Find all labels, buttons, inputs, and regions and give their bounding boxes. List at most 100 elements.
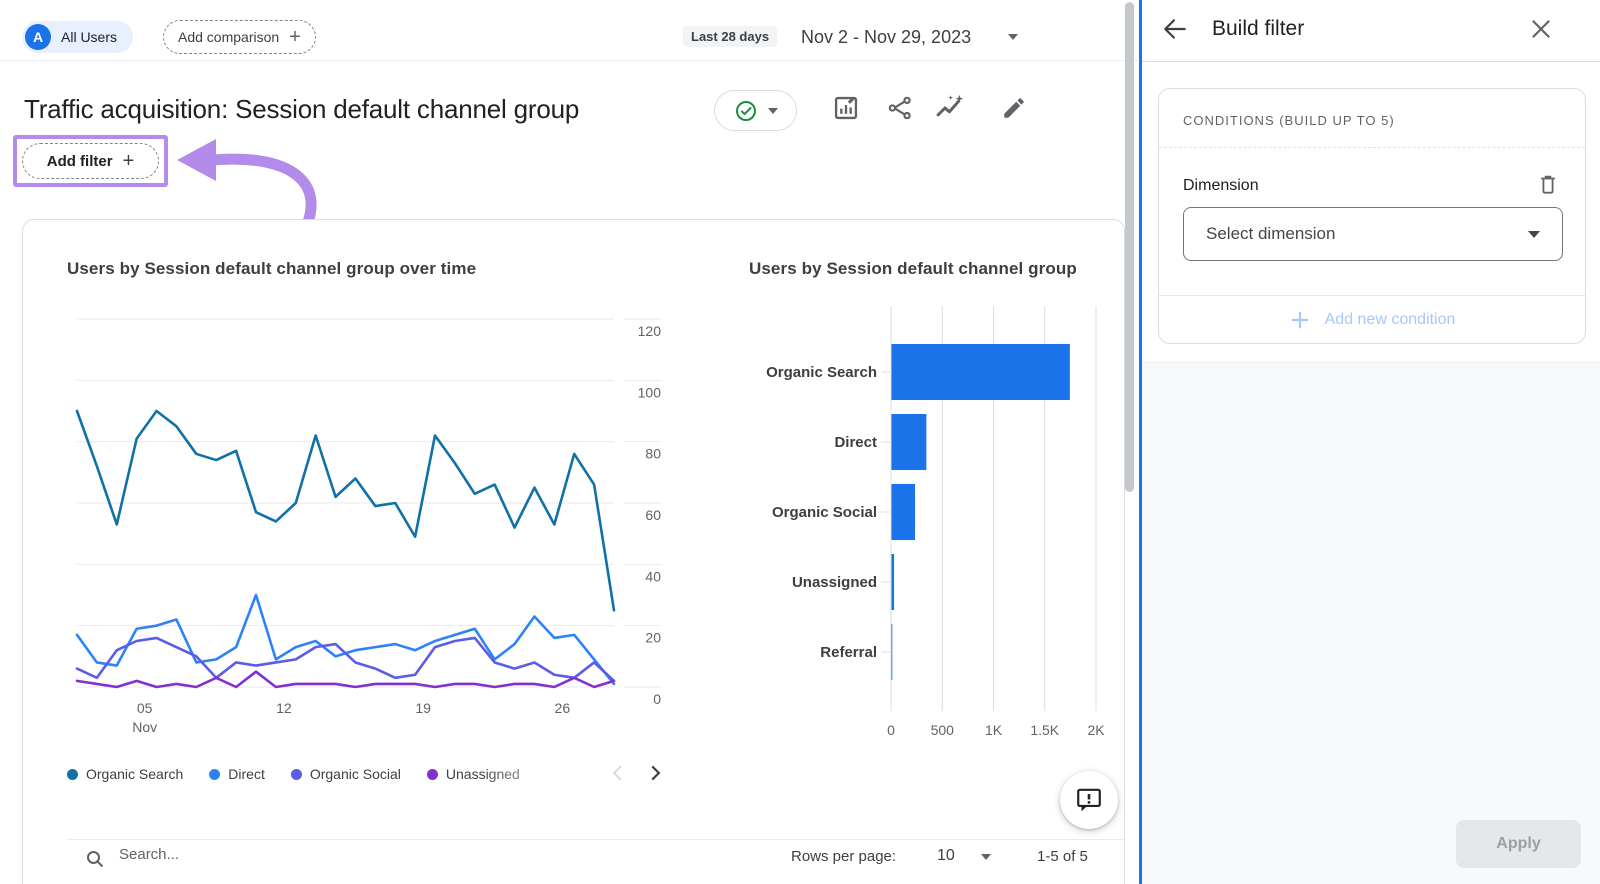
y-tick-label: 80 — [645, 446, 661, 462]
y-tick-label: 20 — [645, 630, 661, 646]
x-tick-label: 19 — [415, 700, 431, 716]
bar-chart[interactable]: 0 500 1K 1.5K 2K Organic Search Direct Organic … — [727, 280, 1125, 740]
bar-chart-title: Users by Session default channel group — [749, 259, 1077, 279]
build-filter-panel: Build filter CONDITIONS (BUILD UP TO 5) … — [1139, 0, 1600, 884]
line-chart-title: Users by Session default channel group o… — [67, 259, 476, 279]
y-tick-label: 40 — [645, 568, 661, 584]
plus-icon: + — [123, 151, 135, 171]
x-tick-label: 05 — [137, 700, 153, 716]
bar-organic-social — [892, 484, 916, 540]
bar-organic-search — [892, 344, 1070, 400]
arrow-back-icon — [1162, 16, 1192, 42]
avatar: A — [25, 24, 51, 50]
edit-report-button[interactable] — [998, 92, 1030, 124]
y-tick-label: 60 — [645, 507, 661, 523]
select-dimension-dropdown[interactable]: Select dimension — [1183, 207, 1563, 261]
x-tick-label: 1K — [985, 722, 1003, 738]
share-report-button[interactable] — [884, 92, 916, 124]
search-input[interactable] — [119, 846, 379, 863]
x-tick-label: 1.5K — [1030, 722, 1059, 738]
legend-item-organic-social[interactable]: Organic Social — [291, 766, 401, 782]
plus-icon — [1289, 309, 1311, 331]
insights-button[interactable] — [934, 92, 966, 124]
date-range-picker[interactable]: Nov 2 - Nov 29, 2023 — [801, 27, 971, 48]
bar-referral — [892, 624, 893, 680]
y-tick-label: 0 — [653, 691, 661, 707]
legend-dot — [67, 769, 78, 780]
chevron-down-icon[interactable] — [1008, 34, 1018, 40]
x-tick-label: 0 — [887, 722, 895, 738]
chevron-left-icon — [607, 762, 629, 784]
all-users-label: All Users — [61, 29, 117, 45]
vertical-scrollbar[interactable] — [1125, 2, 1134, 492]
divider — [67, 839, 1125, 840]
conditions-card: CONDITIONS (BUILD UP TO 5) Dimension Sel… — [1158, 88, 1586, 344]
chart-edit-icon — [832, 94, 860, 122]
check-circle-icon — [734, 99, 758, 123]
legend-label: Organic Social — [310, 766, 401, 782]
chevron-down-icon — [768, 108, 778, 114]
x-tick-label: 500 — [931, 722, 955, 738]
report-status-pill[interactable] — [714, 90, 797, 131]
chevron-down-icon — [1528, 231, 1540, 238]
legend-item-organic-search[interactable]: Organic Search — [67, 766, 183, 782]
feedback-bubble-icon — [1075, 786, 1103, 814]
chart-legend: Organic SearchDirectOrganic SocialUnassi… — [67, 760, 520, 788]
conditions-header: CONDITIONS (BUILD UP TO 5) — [1183, 113, 1395, 128]
divider — [1159, 147, 1585, 148]
add-comparison-button[interactable]: Add comparison + — [163, 20, 316, 54]
close-panel-button[interactable] — [1528, 16, 1558, 46]
bar-category-label: Organic Social — [772, 504, 877, 521]
legend-label: Direct — [228, 766, 265, 782]
feedback-button[interactable] — [1060, 771, 1118, 829]
bar-category-label: Direct — [834, 434, 877, 451]
divider — [0, 60, 1139, 61]
bar-category-label: Unassigned — [792, 574, 877, 591]
chevron-down-icon[interactable] — [981, 854, 991, 860]
main-content: A All Users Add comparison + Last 28 day… — [0, 0, 1139, 884]
x-tick-label: 12 — [276, 700, 292, 716]
y-tick-label: 100 — [638, 384, 662, 400]
report-card: Users by Session default channel group o… — [22, 219, 1125, 884]
customize-report-button[interactable] — [830, 92, 862, 124]
pagination-range: 1-5 of 5 — [1037, 848, 1088, 865]
add-new-condition-button[interactable]: Add new condition — [1159, 295, 1585, 345]
legend-fade-overlay — [481, 758, 617, 788]
x-tick-label: 26 — [555, 700, 571, 716]
bar-category-label: Organic Search — [766, 364, 877, 381]
dimension-label: Dimension — [1183, 177, 1259, 195]
x-tick-sublabel: Nov — [132, 719, 157, 735]
series-line-unassigned — [77, 672, 614, 687]
page-title: Traffic acquisition: Session default cha… — [24, 94, 579, 125]
y-tick-label: 120 — [638, 323, 662, 339]
x-tick-label: 2K — [1087, 722, 1105, 738]
all-users-segment-chip[interactable]: A All Users — [22, 21, 133, 53]
series-line-organic-search — [77, 411, 614, 610]
select-dimension-value: Select dimension — [1206, 224, 1335, 244]
plus-icon: + — [289, 27, 301, 47]
add-comparison-label: Add comparison — [178, 29, 279, 45]
panel-title: Build filter — [1212, 17, 1304, 41]
legend-dot — [427, 769, 438, 780]
date-preset-badge: Last 28 days — [683, 26, 777, 47]
trash-icon — [1537, 173, 1563, 195]
add-filter-button[interactable]: Add filter + — [22, 143, 159, 179]
legend-label: Organic Search — [86, 766, 183, 782]
bar-direct — [892, 414, 927, 470]
legend-dot — [209, 769, 220, 780]
rows-per-page-select[interactable]: 10 — [937, 847, 955, 865]
bar-category-label: Referral — [820, 644, 877, 661]
legend-item-direct[interactable]: Direct — [209, 766, 265, 782]
series-line-organic-social — [77, 638, 614, 681]
pencil-icon — [1001, 95, 1027, 121]
rows-per-page-label: Rows per page: — [791, 848, 896, 865]
legend-prev-button[interactable] — [605, 760, 631, 786]
bar-unassigned — [892, 554, 895, 610]
legend-next-button[interactable] — [642, 760, 668, 786]
share-icon — [887, 95, 913, 121]
delete-condition-button[interactable] — [1537, 173, 1563, 199]
search-icon — [85, 849, 105, 869]
line-chart[interactable]: 0 20 40 60 80 100 120 05 Nov 12 19 26 — [59, 281, 679, 751]
back-button[interactable] — [1162, 16, 1192, 46]
apply-button[interactable]: Apply — [1456, 820, 1581, 868]
